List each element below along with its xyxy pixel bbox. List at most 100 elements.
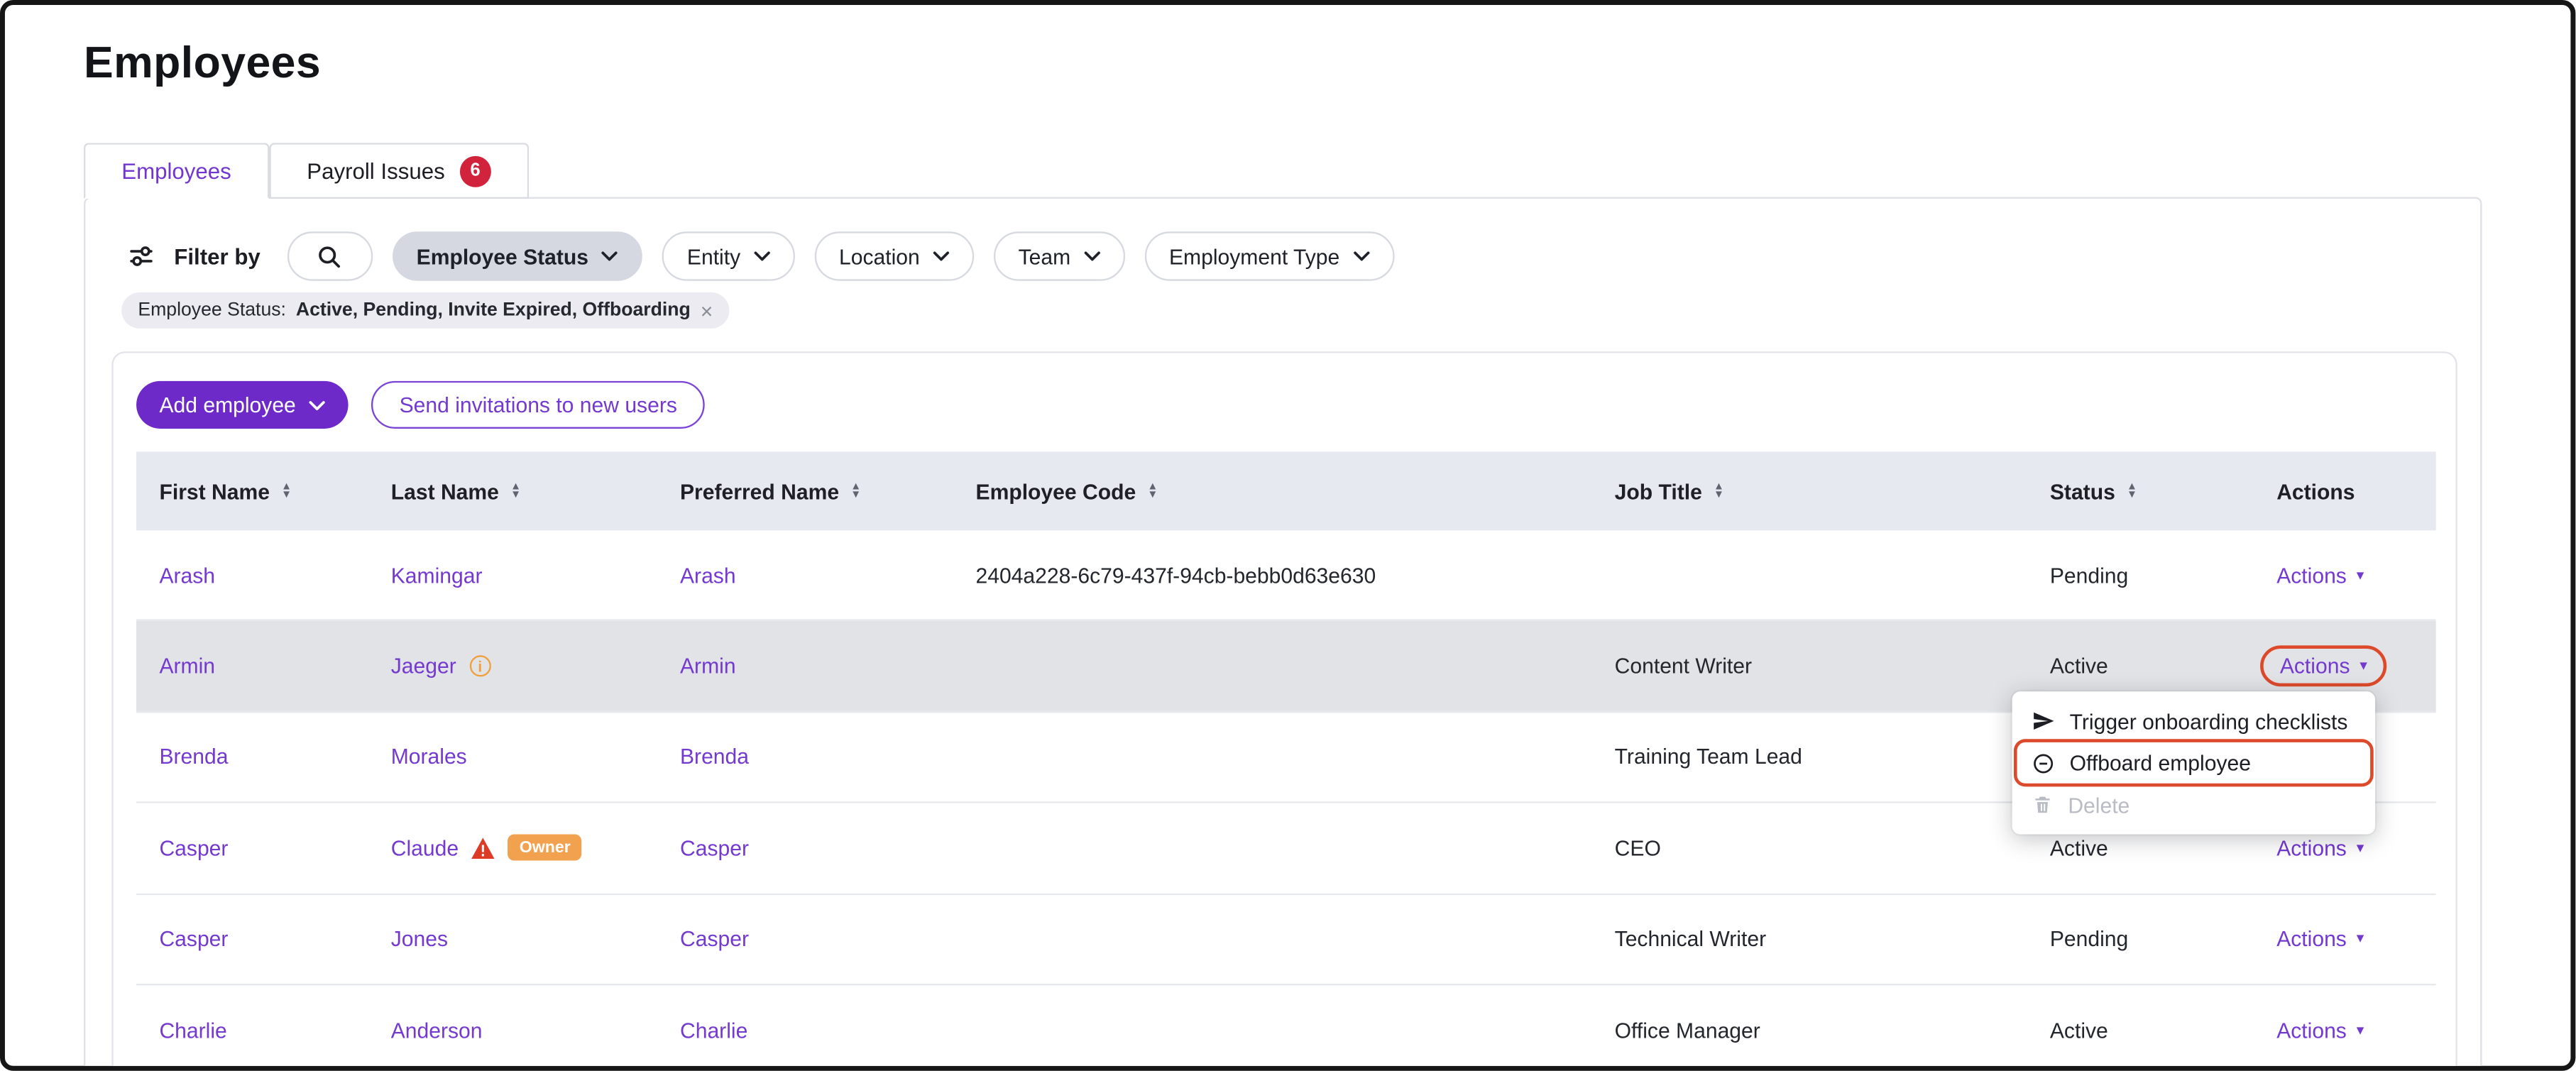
trash-icon — [2032, 793, 2053, 816]
caret-down-icon: ▾ — [2357, 1023, 2364, 1038]
filter-employment-type-label: Employment Type — [1169, 244, 1339, 269]
chevron-down-icon — [309, 400, 325, 410]
payroll-issues-count-badge: 6 — [460, 155, 491, 187]
sort-icon[interactable]: ▲▼ — [1147, 482, 1158, 500]
preferred-name-link[interactable]: Casper — [680, 927, 749, 952]
last-name-link[interactable]: Jaeger — [391, 654, 456, 679]
sort-icon[interactable]: ▲▼ — [850, 482, 861, 500]
warning-icon — [472, 837, 495, 859]
status-text: Pending — [2050, 563, 2128, 588]
app-frame: Employees Employees Payroll Issues 6 Fi — [0, 0, 2575, 1071]
status-text: Active — [2050, 836, 2108, 861]
tab-payroll-issues[interactable]: Payroll Issues 6 — [269, 143, 529, 199]
employees-panel: Filter by Employee Status Entity — [84, 197, 2482, 1071]
preferred-name-link[interactable]: Charlie — [680, 1018, 747, 1043]
add-employee-button[interactable]: Add employee — [136, 381, 349, 429]
table-row: Casper Jones Casper Technical Writer Pen… — [136, 894, 2436, 985]
sort-icon[interactable]: ▲▼ — [1714, 482, 1724, 500]
caret-down-icon: ▾ — [2357, 932, 2364, 947]
job-title: Training Team Lead — [1615, 745, 1802, 769]
caret-down-icon: ▾ — [2359, 659, 2367, 674]
header-actions: Actions — [2254, 479, 2436, 504]
filter-employment-type[interactable]: Employment Type — [1144, 231, 1393, 280]
header-status: Status▲▼ — [2027, 479, 2253, 504]
table-actions-bar: Add employee Send invitations to new use… — [136, 381, 705, 429]
filter-employee-status[interactable]: Employee Status — [392, 231, 642, 280]
info-icon: i — [469, 655, 490, 676]
annotation-highlight-ellipse: Actions▾ — [2260, 646, 2387, 687]
search-button[interactable] — [287, 231, 372, 280]
minus-circle-icon — [2032, 752, 2054, 774]
tab-employees[interactable]: Employees — [84, 143, 269, 199]
last-name-link[interactable]: Kamingar — [391, 563, 483, 588]
send-invitations-button[interactable]: Send invitations to new users — [371, 381, 705, 429]
first-name-link[interactable]: Casper — [159, 927, 228, 952]
header-preferred-name: Preferred Name▲▼ — [657, 479, 953, 504]
filter-bar: Filter by Employee Status Entity — [128, 231, 1393, 280]
employees-page: Employees Employees Payroll Issues 6 Fi — [0, 0, 2575, 1071]
first-name-link[interactable]: Charlie — [159, 1018, 226, 1043]
first-name-link[interactable]: Arash — [159, 563, 215, 588]
last-name-link[interactable]: Anderson — [391, 1018, 483, 1043]
job-title: CEO — [1615, 836, 1661, 861]
sort-icon[interactable]: ▲▼ — [281, 482, 292, 500]
tab-payroll-issues-label: Payroll Issues — [307, 158, 444, 183]
filter-employee-status-label: Employee Status — [417, 244, 588, 269]
job-title: Office Manager — [1615, 1018, 1760, 1043]
sort-icon[interactable]: ▲▼ — [510, 482, 521, 500]
job-title: Technical Writer — [1615, 927, 1766, 952]
first-name-link[interactable]: Casper — [159, 836, 228, 861]
first-name-link[interactable]: Brenda — [159, 745, 228, 769]
menu-item-offboard-employee[interactable]: Offboard employee — [2017, 742, 2371, 784]
chevron-down-icon — [754, 251, 770, 261]
table-row: Arash Kamingar Arash 2404a228-6c79-437f-… — [136, 530, 2436, 621]
status-text: Pending — [2050, 927, 2128, 952]
status-text: Active — [2050, 654, 2108, 679]
filter-location-label: Location — [839, 244, 920, 269]
active-filters-row: Employee Status: Active, Pending, Invite… — [121, 292, 729, 329]
row-actions-button-open[interactable]: Actions▾ — [2280, 654, 2367, 679]
filter-by-label: Filter by — [174, 244, 261, 269]
menu-item-trigger-onboarding[interactable]: Trigger onboarding checklists — [2012, 700, 2375, 742]
filter-location[interactable]: Location — [814, 231, 974, 280]
row-actions-button[interactable]: Actions▾ — [2276, 927, 2364, 952]
tab-bar: Employees Payroll Issues 6 — [84, 143, 529, 199]
filter-sliders-icon — [128, 243, 154, 269]
header-job-title: Job Title▲▼ — [1591, 479, 2027, 504]
tab-employees-label: Employees — [121, 158, 231, 183]
chevron-down-icon — [1084, 251, 1100, 261]
preferred-name-link[interactable]: Casper — [680, 836, 749, 861]
last-name-link[interactable]: Morales — [391, 745, 467, 769]
chip-remove-icon[interactable]: × — [701, 300, 713, 321]
last-name-link[interactable]: Claude — [391, 836, 459, 861]
chevron-down-icon — [1353, 251, 1369, 261]
status-text: Active — [2050, 1018, 2108, 1043]
header-employee-code: Employee Code▲▼ — [953, 479, 1591, 504]
add-employee-label: Add employee — [159, 392, 295, 417]
filter-entity[interactable]: Entity — [662, 231, 794, 280]
actions-dropdown-menu: Trigger onboarding checklists Offboard e… — [2012, 691, 2375, 834]
menu-item-delete[interactable]: Delete — [2012, 784, 2375, 826]
employee-code: 2404a228-6c79-437f-94cb-bebb0d63e630 — [976, 563, 1376, 588]
first-name-link[interactable]: Armin — [159, 654, 215, 679]
search-icon — [317, 244, 342, 269]
row-actions-button[interactable]: Actions▾ — [2276, 563, 2364, 588]
chip-value: Active, Pending, Invite Expired, Offboar… — [296, 300, 691, 320]
filter-entity-label: Entity — [687, 244, 740, 269]
preferred-name-link[interactable]: Brenda — [680, 745, 749, 769]
row-actions-button[interactable]: Actions▾ — [2276, 1018, 2364, 1043]
sort-icon[interactable]: ▲▼ — [2127, 482, 2137, 500]
preferred-name-link[interactable]: Arash — [680, 563, 736, 588]
page-title: Employees — [84, 38, 321, 89]
filter-team-label: Team — [1019, 244, 1071, 269]
table-header-row: First Name▲▼ Last Name▲▼ Preferred Name▲… — [136, 451, 2436, 530]
send-icon — [2032, 710, 2054, 732]
row-actions-button[interactable]: Actions▾ — [2276, 836, 2364, 861]
caret-down-icon: ▾ — [2357, 568, 2364, 583]
filter-team[interactable]: Team — [994, 231, 1125, 280]
owner-badge: Owner — [508, 835, 581, 861]
last-name-link[interactable]: Jones — [391, 927, 448, 952]
preferred-name-link[interactable]: Armin — [680, 654, 736, 679]
table-row: Charlie Anderson Charlie Office Manager … — [136, 985, 2436, 1070]
caret-down-icon: ▾ — [2357, 840, 2364, 855]
